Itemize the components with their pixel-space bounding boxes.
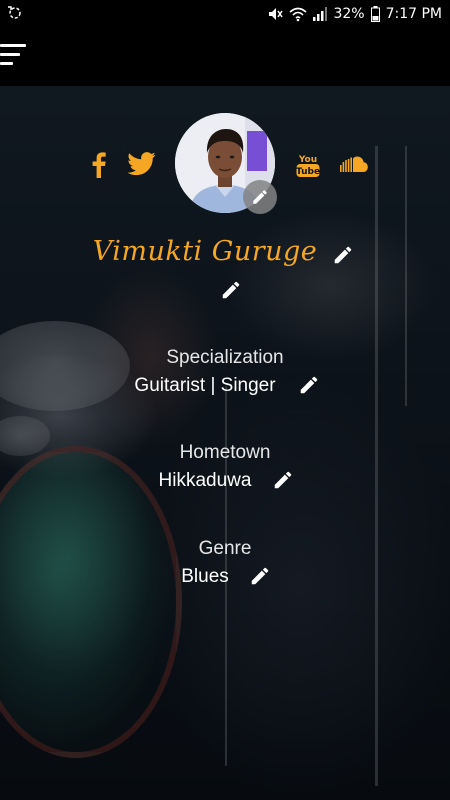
wifi-icon [289,6,307,22]
svg-text:You: You [298,155,317,165]
genre-label: Genre [198,538,252,559]
pencil-icon [253,190,267,204]
app-bar [0,28,450,86]
edit-specialization-icon[interactable] [298,374,320,396]
status-bar: 32% 7:17 PM [0,0,450,28]
hometown-label: Hometown [179,442,271,463]
youtube-icon[interactable]: You Tube [296,152,320,178]
soundcloud-icon[interactable] [340,156,368,174]
specialization-value: Guitarist | Singer [134,375,276,396]
facebook-icon[interactable] [92,152,106,178]
battery-percent: 32% [333,6,365,22]
profile-content: You Tube Vimukti Guruge Specialization G… [0,86,450,800]
genre-value: Blues [181,566,229,587]
status-time: 7:17 PM [385,6,442,22]
edit-genre-icon[interactable] [249,565,271,587]
edit-bio-icon[interactable] [220,279,242,301]
hamburger-menu-icon[interactable] [0,44,34,70]
twitter-icon[interactable] [127,152,156,176]
specialization-label: Specialization [166,347,284,368]
battery-icon [370,6,380,22]
background-drum-kit [0,446,182,758]
hometown-value: Hikkaduwa [158,470,252,491]
svg-text:Tube: Tube [296,167,320,177]
mute-icon [267,6,284,22]
edit-name-icon[interactable] [332,244,354,266]
edit-hometown-icon[interactable] [272,469,294,491]
sync-icon [6,4,22,24]
avatar-edit-button[interactable] [243,180,277,214]
signal-icon [313,7,328,21]
